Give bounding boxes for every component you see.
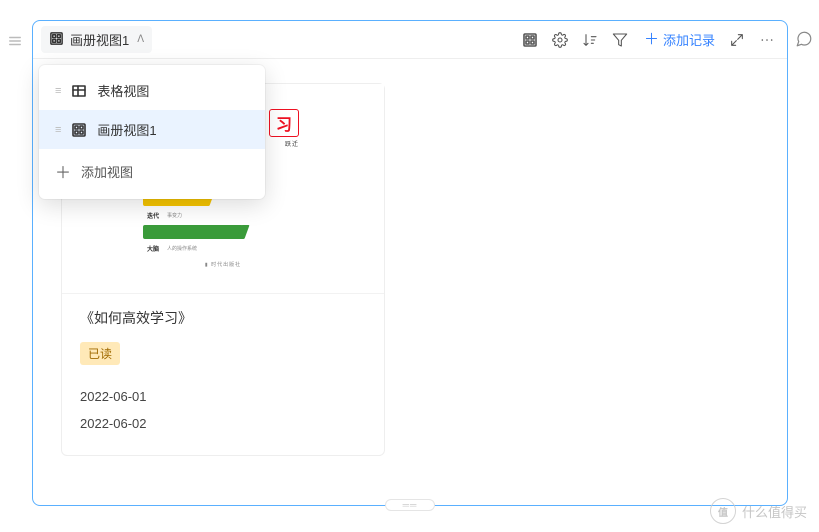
card-date: 2022-06-02 bbox=[80, 410, 366, 437]
gallery-view-button[interactable] bbox=[516, 26, 544, 54]
chevron-up-icon: ᐱ bbox=[137, 34, 144, 45]
filter-button[interactable] bbox=[606, 26, 634, 54]
add-record-label: 添加记录 bbox=[663, 30, 715, 49]
toolbar: 画册视图1 ᐱ ＋ 添加记录 bbox=[33, 21, 787, 59]
add-view-label: 添加视图 bbox=[81, 162, 133, 181]
cover-logo-sub: 跃迁 bbox=[269, 139, 299, 148]
view-option-gallery[interactable]: ≡ 画册视图1 bbox=[39, 110, 265, 149]
drag-handle-icon: ≡ bbox=[55, 124, 61, 136]
view-selector-label: 画册视图1 bbox=[70, 30, 129, 49]
status-badge: 已读 bbox=[80, 342, 120, 365]
cover-ribbon bbox=[143, 225, 243, 239]
view-option-label: 画册视图1 bbox=[97, 120, 156, 139]
view-option-label: 表格视图 bbox=[97, 81, 149, 100]
plus-icon: ＋ bbox=[55, 159, 71, 183]
card-title: 《如何高效学习》 bbox=[80, 308, 366, 328]
cover-footer: ▮ 时代出版社 bbox=[143, 261, 303, 268]
expand-button[interactable] bbox=[723, 26, 751, 54]
sort-button[interactable] bbox=[576, 26, 604, 54]
add-view-option[interactable]: ＋ 添加视图 bbox=[39, 149, 265, 193]
card-date: 2022-06-01 bbox=[80, 383, 366, 410]
resize-handle[interactable]: ══ bbox=[385, 499, 435, 511]
add-record-button[interactable]: ＋ 添加记录 bbox=[638, 26, 721, 53]
database-frame: 画册视图1 ᐱ ＋ 添加记录 ≡ bbox=[32, 20, 788, 506]
cover-logo: 习 bbox=[269, 109, 299, 137]
view-option-table[interactable]: ≡ 表格视图 bbox=[39, 71, 265, 110]
view-dropdown: ≡ 表格视图 ≡ 画册视图1 ＋ 添加视图 bbox=[39, 65, 265, 199]
table-icon bbox=[71, 83, 87, 99]
view-selector[interactable]: 画册视图1 ᐱ bbox=[41, 26, 152, 53]
outer-menu-icon[interactable] bbox=[8, 34, 22, 53]
more-button[interactable] bbox=[753, 26, 781, 54]
gallery-icon bbox=[71, 122, 87, 138]
comment-icon[interactable] bbox=[795, 30, 813, 53]
card-body: 《如何高效学习》 已读 2022-06-01 2022-06-02 bbox=[62, 294, 384, 455]
gallery-icon bbox=[49, 31, 64, 49]
plus-icon: ＋ bbox=[644, 32, 659, 47]
drag-handle-icon: ≡ bbox=[55, 85, 61, 97]
settings-button[interactable] bbox=[546, 26, 574, 54]
